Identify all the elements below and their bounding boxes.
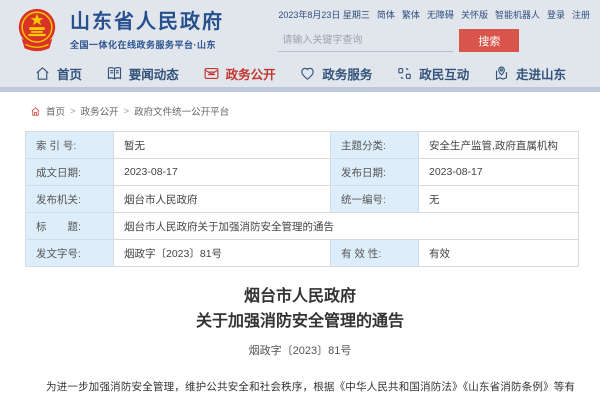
table-row: 发文字号: 烟政字〔2023〕81号 有 效 性: 有效	[26, 240, 579, 267]
breadcrumb: 首页 > 政务公开 > 政府文件统一公开平台	[0, 92, 600, 118]
breadcrumb-separator: >	[124, 106, 130, 117]
link-register[interactable]: 注册	[572, 8, 590, 21]
nav-item-gov-disclosure[interactable]: 政务公开	[203, 64, 276, 83]
nav-item-gov-services[interactable]: 政务服务	[299, 64, 372, 83]
home-icon	[34, 65, 51, 82]
current-date: 2023年8月23日 星期三	[278, 8, 370, 21]
open-book-icon	[106, 65, 123, 82]
search-input[interactable]	[278, 30, 453, 52]
index-number-value: 暂无	[114, 132, 331, 159]
index-number-label: 索 引 号:	[26, 132, 114, 159]
publish-date-label: 发布日期:	[331, 159, 419, 186]
written-date-label: 成文日期:	[26, 159, 114, 186]
national-emblem-logo	[14, 6, 60, 54]
link-accessibility[interactable]: 无障碍	[427, 8, 454, 21]
chat-bubbles-icon	[396, 65, 413, 82]
table-row: 发布机关: 烟台市人民政府 统一编号: 无	[26, 186, 579, 213]
nav-label: 首页	[57, 64, 82, 83]
heart-icon	[299, 65, 316, 82]
breadcrumb-home-icon	[30, 106, 41, 117]
main-nav: 首页 要闻动态 政务公开 政务服务 政民互动 走进山东	[0, 60, 600, 92]
top-utility-bar: 2023年8月23日 星期三 简体 繁体 无障碍 关怀版 智能机器人 登录 注册	[278, 8, 590, 21]
topic-category-value: 安全生产监管,政府直属机构	[419, 132, 579, 159]
document-title-line1: 烟台市人民政府	[0, 285, 600, 310]
nav-item-news[interactable]: 要闻动态	[106, 64, 179, 83]
publish-date-value: 2023-08-17	[419, 159, 579, 186]
nav-label: 要闻动态	[129, 64, 179, 83]
nav-label: 政务公开	[226, 64, 276, 83]
link-smart-robot[interactable]: 智能机器人	[495, 8, 540, 21]
breadcrumb-home[interactable]: 首页	[46, 104, 65, 118]
link-traditional[interactable]: 繁体	[402, 8, 420, 21]
site-brand: 山东省人民政府 全国一体化在线政务服务平台·山东	[14, 6, 224, 54]
site-header: 山东省人民政府 全国一体化在线政务服务平台·山东 2023年8月23日 星期三 …	[0, 0, 600, 60]
document-number: 烟政字〔2023〕81号	[0, 342, 600, 358]
validity-value: 有效	[419, 240, 579, 267]
breadcrumb-gov-disclosure[interactable]: 政务公开	[81, 104, 119, 118]
doc-number-label: 发文字号:	[26, 240, 114, 267]
unified-number-label: 统一编号:	[331, 186, 419, 213]
table-row: 成文日期: 2023-08-17 发布日期: 2023-08-17	[26, 159, 579, 186]
site-title: 山东省人民政府	[70, 10, 224, 34]
link-care-version[interactable]: 关怀版	[461, 8, 488, 21]
unified-number-value: 无	[419, 186, 579, 213]
table-row: 标 题: 烟台市人民政府关于加强消防安全管理的通告	[26, 213, 579, 240]
document-title-line2: 关于加强消防安全管理的通告	[0, 310, 600, 335]
nav-label: 政民互动	[419, 64, 469, 83]
site-subtitle: 全国一体化在线政务服务平台·山东	[70, 38, 224, 51]
topic-category-label: 主题分类:	[331, 132, 419, 159]
search-button[interactable]: 搜索	[459, 29, 519, 52]
nav-item-about-shandong[interactable]: 走进山东	[493, 64, 566, 83]
issuing-agency-label: 发布机关:	[26, 186, 114, 213]
document-title-block: 烟台市人民政府 关于加强消防安全管理的通告 烟政字〔2023〕81号	[0, 285, 600, 358]
breadcrumb-separator: >	[70, 106, 76, 117]
table-row: 索 引 号: 暂无 主题分类: 安全生产监管,政府直属机构	[26, 132, 579, 159]
breadcrumb-doc-platform[interactable]: 政府文件统一公开平台	[134, 104, 229, 118]
link-simplified[interactable]: 简体	[377, 8, 395, 21]
link-login[interactable]: 登录	[547, 8, 565, 21]
doc-title-value: 烟台市人民政府关于加强消防安全管理的通告	[114, 213, 579, 240]
validity-label: 有 效 性:	[331, 240, 419, 267]
envelope-icon	[203, 65, 220, 82]
doc-title-label: 标 题:	[26, 213, 114, 240]
doc-number-value: 烟政字〔2023〕81号	[114, 240, 331, 267]
document-meta-table: 索 引 号: 暂无 主题分类: 安全生产监管,政府直属机构 成文日期: 2023…	[25, 131, 579, 267]
written-date-value: 2023-08-17	[114, 159, 331, 186]
map-pin-icon	[493, 65, 510, 82]
nav-label: 政务服务	[322, 64, 372, 83]
nav-item-home[interactable]: 首页	[34, 64, 82, 83]
issuing-agency-value: 烟台市人民政府	[114, 186, 331, 213]
nav-label: 走进山东	[516, 64, 566, 83]
nav-item-interaction[interactable]: 政民互动	[396, 64, 469, 83]
document-body-paragraph: 为进一步加强消防安全管理，维护公共安全和社会秩序，根据《中华人民共和国消防法》《…	[25, 378, 575, 400]
